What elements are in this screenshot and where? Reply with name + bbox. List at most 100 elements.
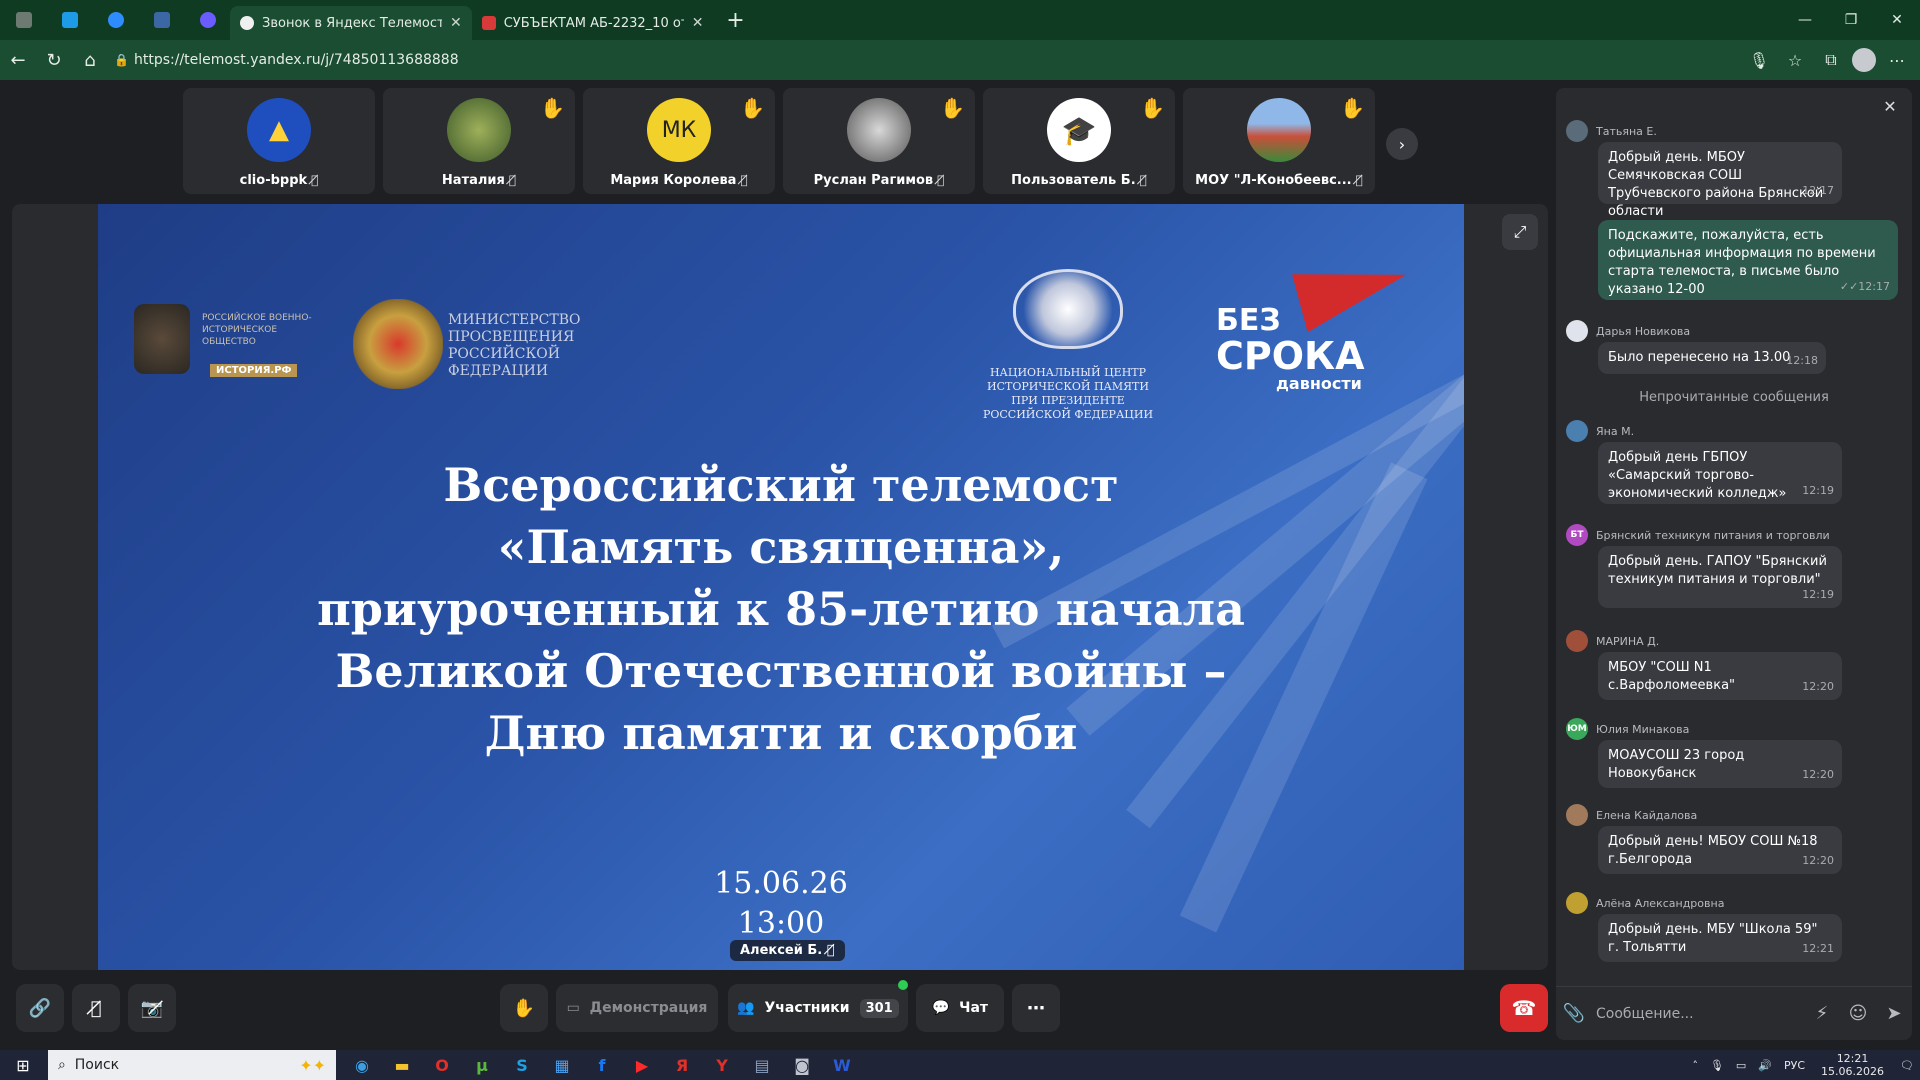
message-time-row: ✓✓12:17: [1840, 278, 1890, 296]
camera-button[interactable]: 📷̸: [128, 984, 176, 1032]
strip-next-button[interactable]: ›: [1386, 128, 1418, 160]
send-icon[interactable]: ➤: [1876, 996, 1912, 1032]
pinned-tab-icon: [62, 12, 78, 28]
copy-link-button[interactable]: 🔗: [16, 984, 64, 1032]
message-author: Яна М.: [1596, 424, 1635, 438]
yandex-browser-icon[interactable]: Y: [702, 1050, 742, 1080]
message-input[interactable]: Сообщение...: [1592, 1006, 1804, 1022]
star-icon[interactable]: ☆: [1780, 45, 1810, 75]
screen-share-label: Демонстрация: [589, 1000, 708, 1016]
participant-tile[interactable]: 🎓 ✋ Пользователь Б. 🎙̸: [983, 88, 1175, 194]
yandex-icon[interactable]: Я: [662, 1050, 702, 1080]
emoji-icon[interactable]: ☺: [1840, 996, 1876, 1032]
more-button[interactable]: ⋯: [1012, 984, 1060, 1032]
chat-message-mine: Подскажите, пожалуйста, есть официальная…: [1566, 220, 1898, 300]
participant-tile[interactable]: ✋ Руслан Рагимов 🎙̸: [783, 88, 975, 194]
chevron-up-icon[interactable]: ˄: [1686, 1059, 1704, 1072]
participant-tile[interactable]: МК ✋ Мария Королева 🎙̸: [583, 88, 775, 194]
participant-name-text: Руслан Рагимов: [813, 173, 934, 188]
avatar: [1566, 892, 1588, 914]
calculator-icon[interactable]: ▤: [742, 1050, 782, 1080]
mic-off-icon: 🎙̸: [1355, 173, 1363, 187]
tab-document[interactable]: СУБЪЕКТАМ АБ-2232_10 от 10.06 ✕: [472, 6, 714, 40]
close-window-icon[interactable]: ✕: [1874, 0, 1920, 40]
chat-message: БТ Брянский техникум питания и торговли Д…: [1566, 524, 1896, 608]
microphone-icon[interactable]: 🎙: [1704, 1059, 1730, 1072]
volume-icon[interactable]: 🔊: [1752, 1059, 1778, 1072]
microphone-icon[interactable]: 🎙: [1744, 45, 1774, 75]
close-tab-icon[interactable]: ✕: [692, 15, 704, 31]
pinned-tab-3[interactable]: [94, 4, 138, 36]
opera-icon[interactable]: O: [422, 1050, 462, 1080]
link-icon: 🔗: [28, 997, 52, 1019]
participant-name: Мария Королева 🎙̸: [583, 173, 775, 188]
windows-start-icon[interactable]: ⊞: [0, 1050, 46, 1080]
slide-title: Всероссийский телемост «Память священна»…: [98, 454, 1464, 764]
chat-message: ЮМ Юлия Минакова МОАУСОШ 23 город Новокуб…: [1566, 718, 1896, 788]
message-time: 12:18: [1786, 354, 1818, 367]
new-tab-button[interactable]: +: [719, 4, 751, 36]
fullscreen-button[interactable]: ⤢: [1502, 214, 1538, 250]
attach-icon[interactable]: 📎: [1556, 996, 1592, 1032]
pinned-tab-1[interactable]: [2, 4, 46, 36]
avatar: [1566, 630, 1588, 652]
participants-count: 301: [859, 998, 899, 1018]
pinned-tab-2[interactable]: [48, 4, 92, 36]
participant-tile[interactable]: ✋ МОУ "Л-Конобеевс... 🎙̸: [1183, 88, 1375, 194]
edge-icon[interactable]: ◉: [342, 1050, 382, 1080]
taskbar-search[interactable]: ⌕ Поиск ✦✦: [48, 1050, 336, 1080]
chat-button[interactable]: 💬 Чат: [916, 984, 1004, 1032]
extensions-icon[interactable]: ⧉: [1816, 45, 1846, 75]
word-icon[interactable]: W: [822, 1050, 862, 1080]
lightning-icon[interactable]: ⚡: [1804, 996, 1840, 1032]
raise-hand-button[interactable]: ✋: [500, 984, 548, 1032]
participant-name-text: Наталия: [441, 173, 505, 188]
reload-icon[interactable]: ↻: [36, 45, 72, 75]
facebook-icon[interactable]: f: [582, 1050, 622, 1080]
message-bubble: Добрый день. МБУ "Школа 59" г. Тольятти 1…: [1598, 914, 1842, 962]
calendar-icon[interactable]: ▦: [542, 1050, 582, 1080]
pinned-tab-5[interactable]: [186, 4, 230, 36]
message-header: БТ Брянский техникум питания и торговли: [1566, 524, 1896, 546]
taskbar-apps: ◉ ▬ O µ S ▦ f ▶ Я Y ▤ ◙ W: [342, 1050, 862, 1080]
end-call-button[interactable]: ☎: [1500, 984, 1548, 1032]
more-icon[interactable]: ⋯: [1882, 45, 1912, 75]
back-icon[interactable]: ←: [0, 45, 36, 75]
telemost-app: ▲ clio-bppk 🎙̸ ✋ Наталия 🎙̸ МК ✋ Мария Кор…: [0, 80, 1920, 1050]
camera-icon[interactable]: ◙: [782, 1050, 822, 1080]
close-tab-icon[interactable]: ✕: [450, 15, 462, 31]
raised-hand-icon: ✋: [1140, 96, 1165, 120]
minimize-icon[interactable]: —: [1782, 0, 1828, 40]
participant-tile[interactable]: ✋ Наталия 🎙̸: [383, 88, 575, 194]
mute-button[interactable]: 🎙̸: [72, 984, 120, 1032]
youtube-icon[interactable]: ▶: [622, 1050, 662, 1080]
screen-share-button[interactable]: ▭ Демонстрация: [556, 984, 718, 1032]
message-text: Подскажите, пожалуйста, есть официальная…: [1608, 228, 1876, 297]
network-icon[interactable]: ▭: [1730, 1059, 1752, 1072]
skype-icon[interactable]: S: [502, 1050, 542, 1080]
message-text: Добрый день. МБОУ Семячковская СОШ Трубч…: [1608, 150, 1824, 219]
tab-telemost-call[interactable]: Звонок в Яндекс Телемосте ✕: [230, 6, 472, 40]
utorrent-icon[interactable]: µ: [462, 1050, 502, 1080]
clock[interactable]: 12:21 15.06.2026: [1811, 1052, 1894, 1078]
message-bubble: МОАУСОШ 23 город Новокубанск 12:20: [1598, 740, 1842, 788]
notifications-icon[interactable]: 🗨: [1894, 1059, 1920, 1072]
profile-avatar[interactable]: [1852, 48, 1876, 72]
message-author: Алёна Александровна: [1596, 896, 1725, 910]
close-chat-icon[interactable]: ✕: [1878, 94, 1902, 118]
participant-tile[interactable]: ▲ clio-bppk 🎙̸: [183, 88, 375, 194]
address-bar[interactable]: 🔒 https://telemost.yandex.ru/j/748501136…: [114, 45, 1754, 75]
explorer-icon[interactable]: ▬: [382, 1050, 422, 1080]
message-author: Юлия Минакова: [1596, 722, 1690, 736]
speaker-label: Алексей Б. 🎙̸: [730, 940, 845, 961]
pinned-tab-4[interactable]: [140, 4, 184, 36]
status-dot: [898, 980, 908, 990]
participants-button[interactable]: 👥 Участники 301: [728, 984, 908, 1032]
chat-message: МАРИНА Д. МБОУ "СОШ N1 с.Варфоломеевка" 1…: [1566, 630, 1896, 700]
participant-name-text: МОУ "Л-Конобеевс...: [1195, 173, 1352, 188]
restore-icon[interactable]: ❐: [1828, 0, 1874, 40]
home-icon[interactable]: ⌂: [72, 45, 108, 75]
mic-off-icon: 🎙̸: [740, 173, 748, 187]
slide-title-line: Великой Отечественной войны –: [335, 644, 1227, 698]
language-indicator[interactable]: РУС: [1778, 1059, 1811, 1072]
